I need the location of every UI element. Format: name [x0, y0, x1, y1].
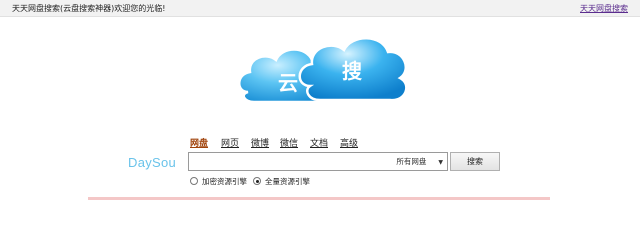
tab-weixin[interactable]: 微信: [280, 136, 298, 149]
search-input[interactable]: [191, 154, 385, 169]
search-box: 所有网盘 ▼: [188, 152, 448, 171]
tab-wangpan[interactable]: 网盘: [190, 136, 208, 149]
logo-char-sou: 搜: [342, 59, 363, 83]
content-strip: [88, 197, 550, 200]
search-button[interactable]: 搜索: [450, 152, 500, 171]
engine-option-label: 加密资源引擎: [202, 177, 247, 186]
tab-wangye[interactable]: 网页: [221, 136, 239, 149]
dropdown-arrow-icon: ▼: [438, 159, 443, 166]
logo-char-yun: 云: [278, 71, 298, 95]
tab-weibo[interactable]: 微博: [251, 136, 269, 149]
welcome-text: 天天网盘搜索(云盘搜索神器)欢迎您的光临!: [12, 4, 166, 13]
site-home-link[interactable]: 天天网盘搜索: [580, 3, 628, 14]
scope-select[interactable]: 所有网盘 ▼: [396, 156, 443, 167]
site-logo: 云 搜: [238, 37, 406, 104]
top-bar: 天天网盘搜索(云盘搜索神器)欢迎您的光临! 天天网盘搜索: [0, 0, 640, 17]
tab-wendang[interactable]: 文档: [310, 136, 328, 149]
engine-option-label: 全量资源引擎: [265, 177, 310, 186]
brand-label: DaySou: [128, 155, 177, 170]
radio-full[interactable]: [253, 177, 261, 185]
radio-encrypted[interactable]: [190, 177, 198, 185]
tab-gaoji[interactable]: 高级: [340, 136, 358, 149]
scope-select-value: 所有网盘: [396, 157, 427, 166]
